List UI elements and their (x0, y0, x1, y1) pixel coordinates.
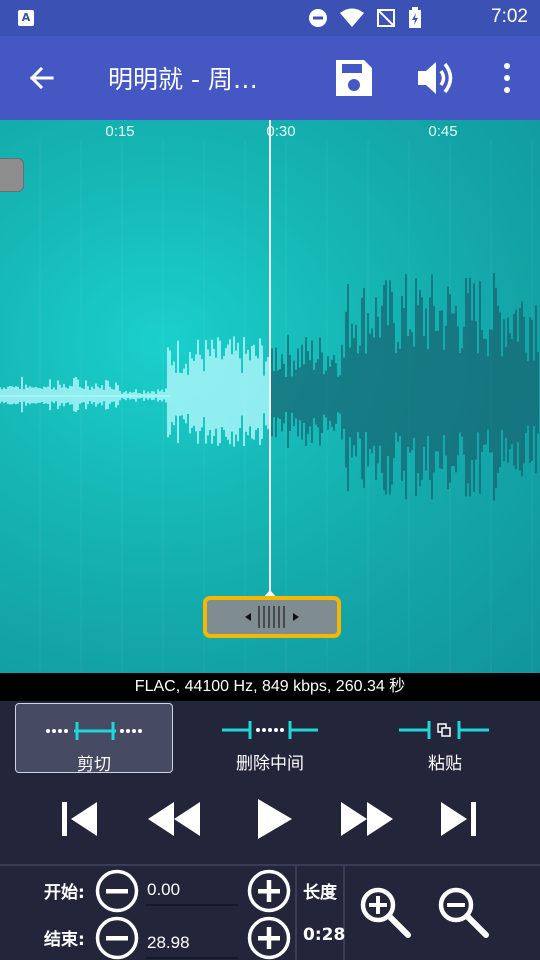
panel-divider (0, 864, 540, 866)
wifi-icon (340, 8, 364, 27)
mode-paste-button[interactable]: 粘贴 (366, 703, 524, 774)
status-time: 7:02 (491, 6, 528, 27)
zoom-in-icon[interactable] (358, 885, 414, 941)
zoom-out-icon[interactable] (436, 885, 492, 941)
audio-info: FLAC, 44100 Hz, 849 kbps, 260.34 秒 (0, 673, 540, 701)
save-icon[interactable] (334, 58, 374, 98)
scrubber-grip-icon (245, 606, 299, 628)
app-notification-icon: A (18, 10, 34, 26)
mode-delete-middle-button[interactable]: 删除中间 (191, 703, 349, 774)
panel-divider (343, 866, 345, 960)
cut-mode-icon (46, 722, 142, 740)
skip-start-icon[interactable] (57, 797, 101, 841)
time-tick: 0:15 (105, 123, 135, 140)
song-title: 明明就 - 周… (108, 65, 258, 94)
length-value: 0:28 (303, 925, 346, 945)
waveform-view[interactable]: 0:15 0:30 0:45 (0, 120, 540, 673)
start-marker-handle[interactable] (0, 158, 24, 192)
delete-middle-mode-icon (222, 721, 318, 739)
no-signal-icon (377, 9, 395, 27)
end-label: 结束: (44, 930, 85, 950)
status-icons (308, 7, 422, 28)
start-label: 开始: (44, 883, 85, 903)
back-arrow-icon[interactable] (22, 58, 62, 98)
mode-delete-middle-label: 删除中间 (236, 754, 304, 774)
length-label: 长度 (303, 883, 337, 903)
end-decrease-button[interactable] (95, 916, 139, 960)
start-increase-button[interactable] (247, 869, 291, 913)
play-icon[interactable] (252, 797, 296, 841)
panel-divider (295, 866, 297, 960)
end-time-input[interactable]: 28.98 (146, 929, 238, 959)
playback-cursor (269, 120, 271, 598)
mode-cut-button[interactable]: 剪切 (15, 703, 173, 775)
dnd-icon (309, 9, 327, 27)
start-decrease-button[interactable] (95, 869, 139, 913)
fast-forward-icon[interactable] (339, 797, 395, 841)
end-increase-button[interactable] (247, 916, 291, 960)
rewind-icon[interactable] (146, 797, 202, 841)
end-marker-scrubber[interactable] (203, 596, 341, 638)
app-toolbar: 明明就 - 周… (0, 36, 540, 120)
time-tick: 0:45 (428, 123, 458, 140)
more-vert-icon[interactable] (496, 60, 518, 96)
start-time-input[interactable]: 0.00 (146, 876, 238, 906)
battery-charging-icon (409, 7, 421, 28)
paste-mode-icon (399, 721, 489, 739)
mode-cut-label: 剪切 (77, 755, 111, 775)
control-panel: 剪切 删除中间 粘贴 开始: 0.00 结束: 28.98 长度 0:28 (0, 701, 540, 960)
status-bar: A 7:02 (0, 0, 540, 36)
mode-paste-label: 粘贴 (428, 754, 462, 774)
volume-icon[interactable] (416, 58, 458, 98)
skip-end-icon[interactable] (437, 797, 481, 841)
